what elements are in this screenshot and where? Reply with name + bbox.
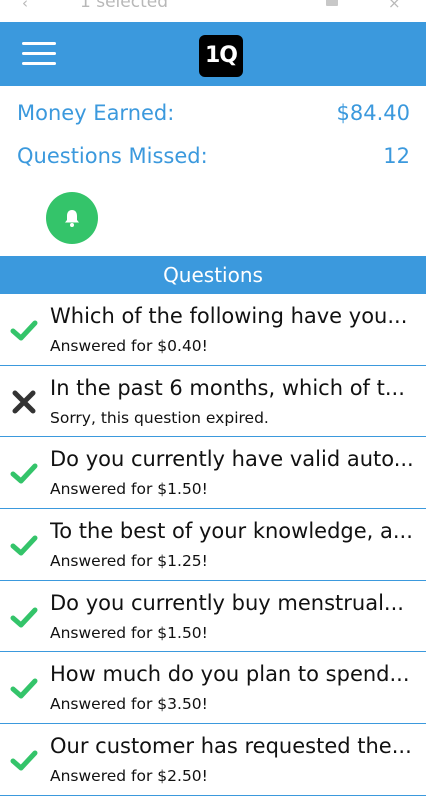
question-status: Answered for $1.25! — [50, 552, 208, 571]
cross-icon — [10, 388, 38, 416]
question-title: To the best of your knowledge, a... — [50, 519, 413, 544]
checkmark-icon — [10, 603, 38, 631]
app-header: 1Q — [0, 22, 426, 86]
money-earned-value: $84.40 — [336, 101, 410, 125]
question-item[interactable]: Our customer has requested the... Answere… — [0, 724, 426, 796]
close-icon[interactable]: × — [388, 0, 401, 12]
question-item[interactable]: Do you currently have valid auto... Answe… — [0, 437, 426, 510]
question-item[interactable]: In the past 6 months, which of t... Sorry… — [0, 365, 426, 438]
questions-missed-label: Questions Missed: — [17, 144, 208, 168]
question-title: How much do you plan to spend... — [50, 662, 410, 687]
question-status: Answered for $3.50! — [50, 695, 208, 714]
question-title: Do you currently buy menstrual... — [50, 590, 404, 615]
question-title: Our customer has requested the... — [50, 734, 412, 759]
questions-list: Which of the following have you... Answer… — [0, 294, 426, 796]
selected-count: 1 selected — [80, 0, 168, 12]
trash-icon[interactable] — [326, 0, 338, 6]
status-bar: ‹ 1 selected × — [0, 0, 426, 22]
question-item[interactable]: Do you currently buy menstrual... Answere… — [0, 580, 426, 653]
question-title: In the past 6 months, which of t... — [50, 375, 405, 400]
question-status: Answered for $1.50! — [50, 480, 208, 499]
question-title: Which of the following have you... — [50, 304, 408, 328]
question-status: Answered for $2.50! — [50, 767, 208, 786]
checkmark-icon — [10, 674, 38, 702]
questions-missed-row: Questions Missed: 12 — [17, 144, 410, 174]
app-logo: 1Q — [199, 35, 243, 77]
hamburger-menu-icon[interactable] — [22, 42, 56, 66]
question-status: Answered for $1.50! — [50, 623, 208, 642]
question-title: Do you currently have valid auto... — [50, 447, 414, 472]
questions-missed-value: 12 — [383, 144, 410, 168]
money-earned-label: Money Earned: — [17, 101, 175, 125]
questions-section-header: Questions — [0, 256, 426, 294]
question-status: Sorry, this question expired. — [50, 408, 269, 427]
question-item[interactable]: How much do you plan to spend... Answered… — [0, 652, 426, 725]
question-item[interactable]: To the best of your knowledge, a... Answe… — [0, 509, 426, 581]
checkmark-icon — [10, 746, 38, 774]
checkmark-icon — [10, 316, 38, 344]
checkmark-icon — [10, 531, 38, 559]
question-status: Answered for $0.40! — [50, 337, 208, 355]
earnings-summary: Money Earned: $84.40 Questions Missed: 1… — [0, 86, 426, 256]
notification-bell-button[interactable] — [46, 192, 98, 244]
bell-icon — [65, 210, 79, 227]
back-arrow-icon[interactable]: ‹ — [22, 0, 28, 12]
checkmark-icon — [10, 459, 38, 487]
question-item[interactable]: Which of the following have you... Answer… — [0, 294, 426, 366]
money-earned-row: Money Earned: $84.40 — [17, 101, 410, 131]
